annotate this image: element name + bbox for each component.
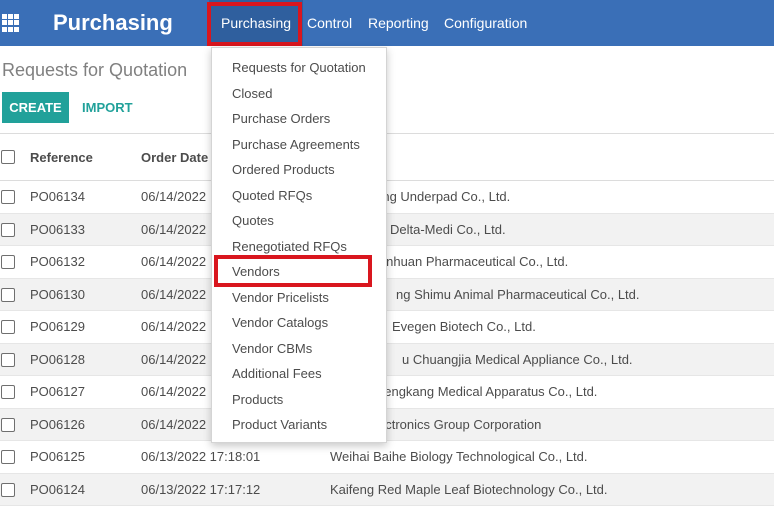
cell-reference: PO06126 <box>30 416 85 432</box>
menu-item-purchase-orders[interactable]: Purchase Orders <box>232 111 330 126</box>
create-button[interactable]: CREATE <box>2 92 69 123</box>
table-row[interactable]: PO06128 06/14/2022 u Chuangjia Medical A… <box>0 343 774 376</box>
cell-vendor: ng Shimu Animal Pharmaceutical Co., Ltd. <box>396 286 640 302</box>
menu-control[interactable]: Control <box>307 15 352 31</box>
row-checkbox[interactable] <box>1 222 15 237</box>
menu-item-renegotiated-rfqs[interactable]: Renegotiated RFQs <box>232 239 347 254</box>
menu-item-product-variants[interactable]: Product Variants <box>232 417 327 432</box>
menu-item-closed[interactable]: Closed <box>232 86 272 101</box>
table-row[interactable]: PO06129 06/14/2022 Evegen Biotech Co., L… <box>0 311 774 344</box>
cell-order-date: 06/13/2022 17:17:12 <box>141 481 261 497</box>
cell-reference: PO06127 <box>30 384 85 399</box>
select-all-checkbox[interactable] <box>1 150 15 164</box>
menu-item-additional-fees[interactable]: Additional Fees <box>232 366 322 381</box>
table-row[interactable]: PO06133 06/14/2022 Delta-Medi Co., Ltd. <box>0 213 774 246</box>
top-navbar: Purchasing Purchasing Control Reporting … <box>0 0 774 46</box>
table-row[interactable]: PO06125 06/13/2022 17:18:01 Weihai Baihe… <box>0 441 774 474</box>
menu-purchasing[interactable]: Purchasing <box>209 0 304 46</box>
cell-reference: PO06129 <box>30 319 85 334</box>
cell-vendor: u Chuangjia Medical Appliance Co., Ltd. <box>402 351 633 367</box>
menu-item-quoted-rfqs[interactable]: Quoted RFQs <box>232 188 312 203</box>
table-header: Reference Order Date <box>0 134 774 181</box>
row-checkbox[interactable] <box>1 352 15 367</box>
cell-reference: PO06128 <box>30 351 85 367</box>
table-row[interactable]: PO06127 06/14/2022 hengkang Medical Appa… <box>0 376 774 409</box>
cell-order-date: 06/14/2022 <box>141 189 207 204</box>
table-row[interactable]: PO06132 06/14/2022 ianhuan Pharmaceutica… <box>0 246 774 279</box>
menu-item-purchase-agreements[interactable]: Purchase Agreements <box>232 137 360 152</box>
cell-order-date: 06/14/2022 <box>141 384 207 399</box>
menu-item-vendor-pricelists[interactable]: Vendor Pricelists <box>232 290 329 305</box>
cell-reference: PO06134 <box>30 189 85 204</box>
app-brand: Purchasing <box>53 10 173 35</box>
menu-item-quotes[interactable]: Quotes <box>232 213 274 228</box>
rfq-list-table: Reference Order Date PO06134 06/14/2022 … <box>0 133 774 506</box>
cell-reference: PO06132 <box>30 254 85 269</box>
cell-reference: PO06125 <box>30 449 85 464</box>
cell-vendor: Kaifeng Red Maple Leaf Biotechnology Co.… <box>330 481 608 497</box>
cell-order-date: 06/13/2022 17:18:01 <box>141 449 261 464</box>
purchasing-dropdown-menu: Requests for Quotation Closed Purchase O… <box>211 47 387 443</box>
cell-reference: PO06130 <box>30 286 85 302</box>
menu-item-ordered-products[interactable]: Ordered Products <box>232 162 335 177</box>
cell-reference: PO06133 <box>30 221 85 237</box>
table-row[interactable]: PO06126 06/14/2022 ectronics Group Corpo… <box>0 408 774 441</box>
table-row[interactable]: PO06124 06/13/2022 17:17:12 Kaifeng Red … <box>0 473 774 506</box>
cell-reference: PO06124 <box>30 481 85 497</box>
cell-vendor: Delta-Medi Co., Ltd. <box>390 221 506 237</box>
row-checkbox[interactable] <box>1 417 15 432</box>
apps-grid-icon[interactable] <box>2 14 20 32</box>
cell-vendor: hengkang Medical Apparatus Co., Ltd. <box>377 384 598 399</box>
menu-item-requests-for-quotation[interactable]: Requests for Quotation <box>232 60 366 75</box>
row-checkbox[interactable] <box>1 287 15 302</box>
column-order-date[interactable]: Order Date <box>141 150 208 165</box>
table-row[interactable]: PO06134 06/14/2022 uning Underpad Co., L… <box>0 181 774 214</box>
menu-configuration[interactable]: Configuration <box>444 15 527 31</box>
row-checkbox[interactable] <box>1 482 15 497</box>
cell-order-date: 06/14/2022 <box>141 286 207 302</box>
row-checkbox[interactable] <box>1 190 15 204</box>
menu-item-products[interactable]: Products <box>232 392 283 407</box>
cell-order-date: 06/14/2022 <box>141 416 207 432</box>
cell-order-date: 06/14/2022 <box>141 351 207 367</box>
page-title: Requests for Quotation <box>2 60 188 80</box>
cell-vendor: ectronics Group Corporation <box>378 416 542 432</box>
row-checkbox[interactable] <box>1 385 15 399</box>
row-checkbox[interactable] <box>1 320 15 334</box>
menu-reporting[interactable]: Reporting <box>368 15 429 31</box>
row-checkbox[interactable] <box>1 450 15 464</box>
import-button[interactable]: IMPORT <box>82 92 133 123</box>
table-row[interactable]: PO06130 06/14/2022 ng Shimu Animal Pharm… <box>0 278 774 311</box>
row-checkbox[interactable] <box>1 255 15 269</box>
cell-vendor: Evegen Biotech Co., Ltd. <box>392 319 536 334</box>
cell-order-date: 06/14/2022 <box>141 254 207 269</box>
menu-item-vendor-catalogs[interactable]: Vendor Catalogs <box>232 315 328 330</box>
cell-vendor: ianhuan Pharmaceutical Co., Ltd. <box>376 254 569 269</box>
column-reference[interactable]: Reference <box>30 150 93 165</box>
cell-order-date: 06/14/2022 <box>141 319 207 334</box>
cell-vendor: Weihai Baihe Biology Technological Co., … <box>330 449 588 464</box>
menu-item-vendors[interactable]: Vendors <box>232 264 280 279</box>
table-body: PO06134 06/14/2022 uning Underpad Co., L… <box>0 181 774 506</box>
cell-order-date: 06/14/2022 <box>141 221 207 237</box>
menu-item-vendor-cbms[interactable]: Vendor CBMs <box>232 341 312 356</box>
